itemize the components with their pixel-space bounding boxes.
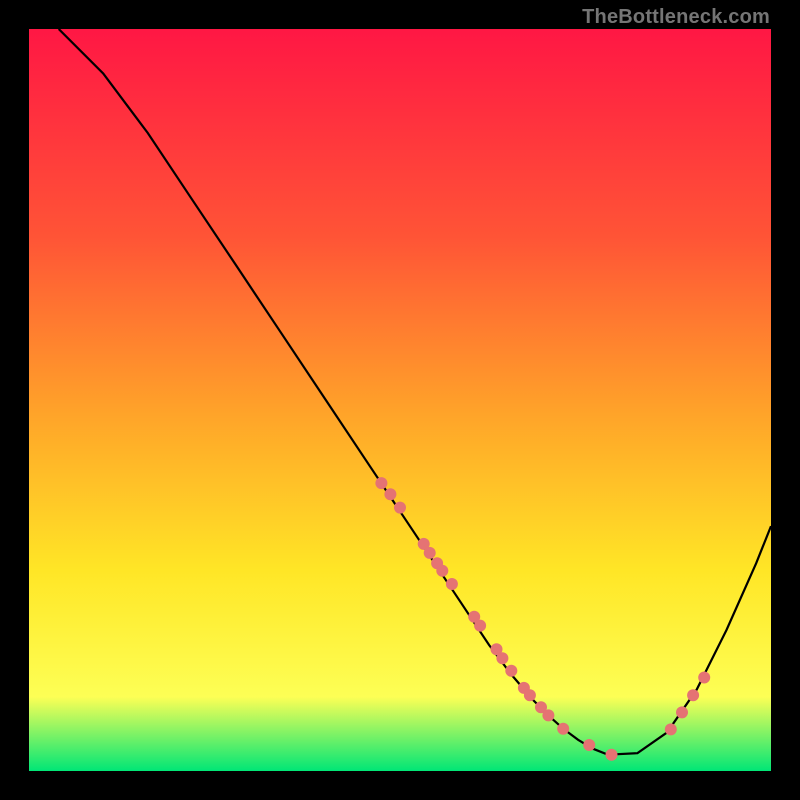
chart-svg [29, 29, 771, 771]
gradient-background [29, 29, 771, 771]
data-point [676, 706, 688, 718]
data-point [557, 723, 569, 735]
data-point [436, 565, 448, 577]
data-point [474, 620, 486, 632]
data-point [583, 739, 595, 751]
data-point [375, 477, 387, 489]
data-point [687, 689, 699, 701]
data-point [424, 547, 436, 559]
data-point [394, 502, 406, 514]
data-point [505, 665, 517, 677]
data-point [665, 723, 677, 735]
data-point [446, 578, 458, 590]
data-point [606, 749, 618, 761]
chart-canvas [29, 29, 771, 771]
data-point [384, 488, 396, 500]
watermark-label: TheBottleneck.com [582, 6, 770, 29]
data-point [524, 689, 536, 701]
data-point [496, 652, 508, 664]
data-point [698, 672, 710, 684]
data-point [542, 709, 554, 721]
